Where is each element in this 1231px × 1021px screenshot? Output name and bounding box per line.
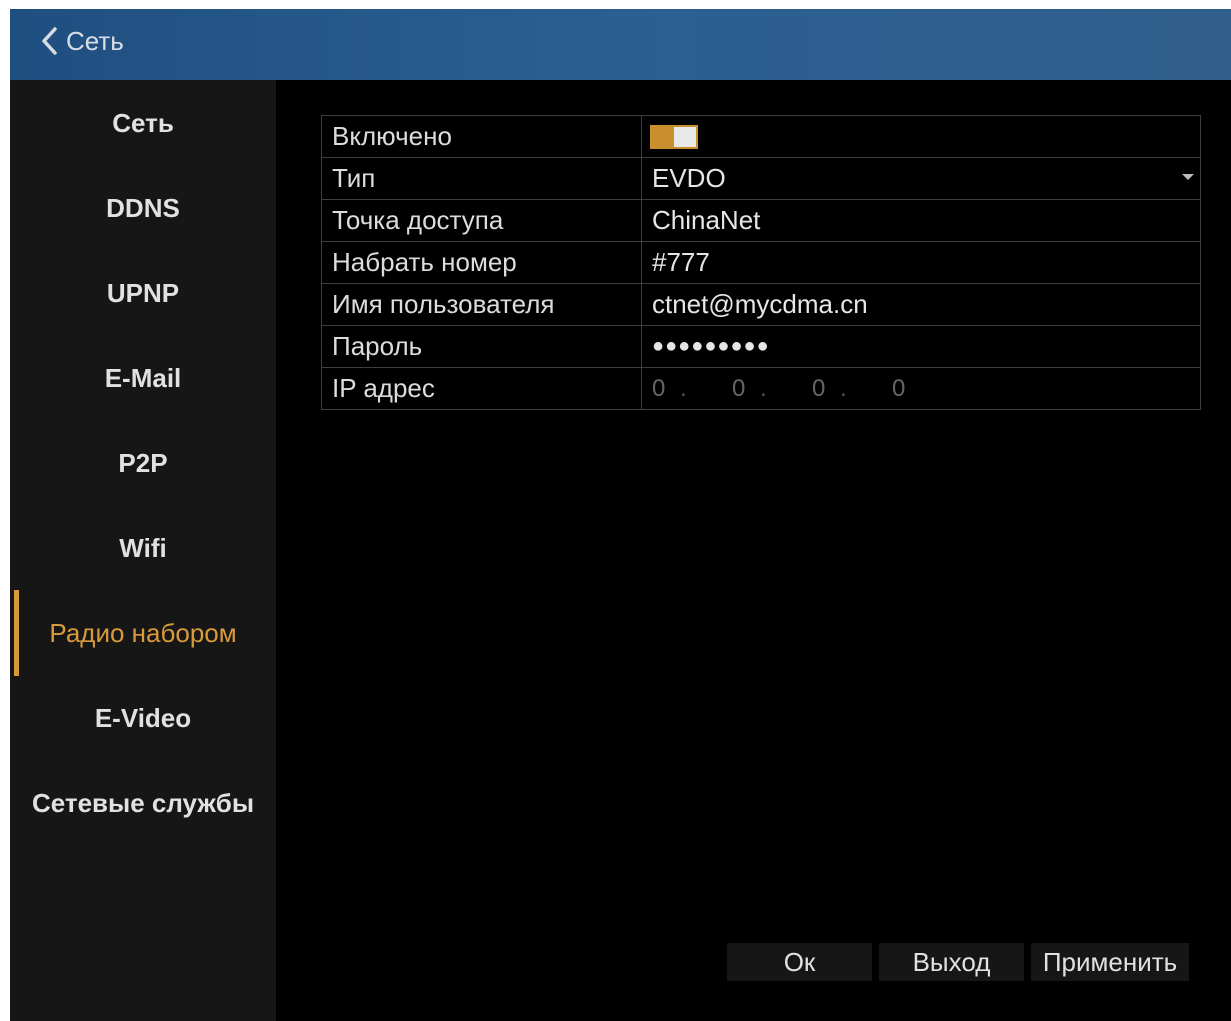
username-label: Имя пользователя bbox=[322, 284, 642, 325]
ip-octet-3[interactable]: 0 bbox=[812, 368, 840, 409]
table-row: Точка доступа ChinaNet bbox=[322, 200, 1200, 242]
ip-field: 0 . 0 . 0 . 0 bbox=[652, 368, 1200, 409]
access-point-input[interactable]: ChinaNet bbox=[642, 200, 1200, 241]
exit-button[interactable]: Выход bbox=[879, 943, 1024, 981]
sidebar-item-network-services[interactable]: Сетевые службы bbox=[10, 760, 276, 846]
type-value: EVDO bbox=[652, 163, 726, 193]
back-label: Сеть bbox=[66, 26, 124, 56]
ip-separator: . bbox=[840, 375, 847, 402]
sidebar-item-evideo[interactable]: E-Video bbox=[10, 675, 276, 761]
toggle-knob bbox=[674, 127, 696, 147]
enabled-label: Включено bbox=[322, 116, 642, 157]
ip-octet-4[interactable]: 0 bbox=[892, 368, 920, 409]
sidebar-item-email[interactable]: E-Mail bbox=[10, 335, 276, 421]
table-row: IP адрес 0 . 0 . 0 . 0 bbox=[322, 368, 1200, 409]
dial-number-label: Набрать номер bbox=[322, 242, 642, 283]
dropdown-arrow-icon bbox=[1182, 174, 1194, 180]
content-panel: Включено Тип EVDO Точка доступа ChinaNet bbox=[276, 80, 1231, 1021]
table-row: Набрать номер #777 bbox=[322, 242, 1200, 284]
password-input[interactable]: ●●●●●●●●● bbox=[642, 326, 1200, 367]
table-row: Имя пользователя ctnet@mycdma.cn bbox=[322, 284, 1200, 326]
apply-button[interactable]: Применить bbox=[1031, 943, 1189, 981]
ip-address-input[interactable]: 0 . 0 . 0 . 0 bbox=[642, 368, 1200, 409]
dial-number-input[interactable]: #777 bbox=[642, 242, 1200, 283]
table-row: Включено bbox=[322, 116, 1200, 158]
type-select[interactable]: EVDO bbox=[642, 158, 1200, 199]
sidebar-item-network[interactable]: Сеть bbox=[10, 80, 276, 166]
table-row: Тип EVDO bbox=[322, 158, 1200, 200]
password-label: Пароль bbox=[322, 326, 642, 367]
sidebar-item-p2p[interactable]: P2P bbox=[10, 420, 276, 506]
sidebar-item-dialup[interactable]: Радио набором bbox=[10, 590, 276, 676]
table-row: Пароль ●●●●●●●●● bbox=[322, 326, 1200, 368]
ok-button[interactable]: Ок bbox=[727, 943, 872, 981]
chevron-left-icon bbox=[40, 26, 60, 56]
sidebar-item-upnp[interactable]: UPNP bbox=[10, 250, 276, 336]
ip-octet-2[interactable]: 0 bbox=[732, 368, 760, 409]
ip-address-label: IP адрес bbox=[322, 368, 642, 409]
enabled-cell bbox=[642, 116, 1200, 157]
sidebar: Сеть DDNS UPNP E-Mail P2P Wifi Радио наб… bbox=[10, 80, 276, 1021]
type-label: Тип bbox=[322, 158, 642, 199]
username-input[interactable]: ctnet@mycdma.cn bbox=[642, 284, 1200, 325]
settings-table: Включено Тип EVDO Точка доступа ChinaNet bbox=[321, 115, 1201, 410]
dvr-window: Сеть Сеть DDNS UPNP E-Mail P2P Wifi Ради… bbox=[10, 9, 1231, 1021]
access-point-label: Точка доступа bbox=[322, 200, 642, 241]
ip-separator: . bbox=[680, 375, 687, 402]
enabled-toggle[interactable] bbox=[650, 125, 698, 149]
sidebar-item-wifi[interactable]: Wifi bbox=[10, 505, 276, 591]
ip-octet-1[interactable]: 0 bbox=[652, 368, 680, 409]
title-bar: Сеть bbox=[10, 9, 1231, 81]
back-button[interactable]: Сеть bbox=[40, 21, 124, 61]
sidebar-item-ddns[interactable]: DDNS bbox=[10, 165, 276, 251]
ip-separator: . bbox=[760, 375, 767, 402]
